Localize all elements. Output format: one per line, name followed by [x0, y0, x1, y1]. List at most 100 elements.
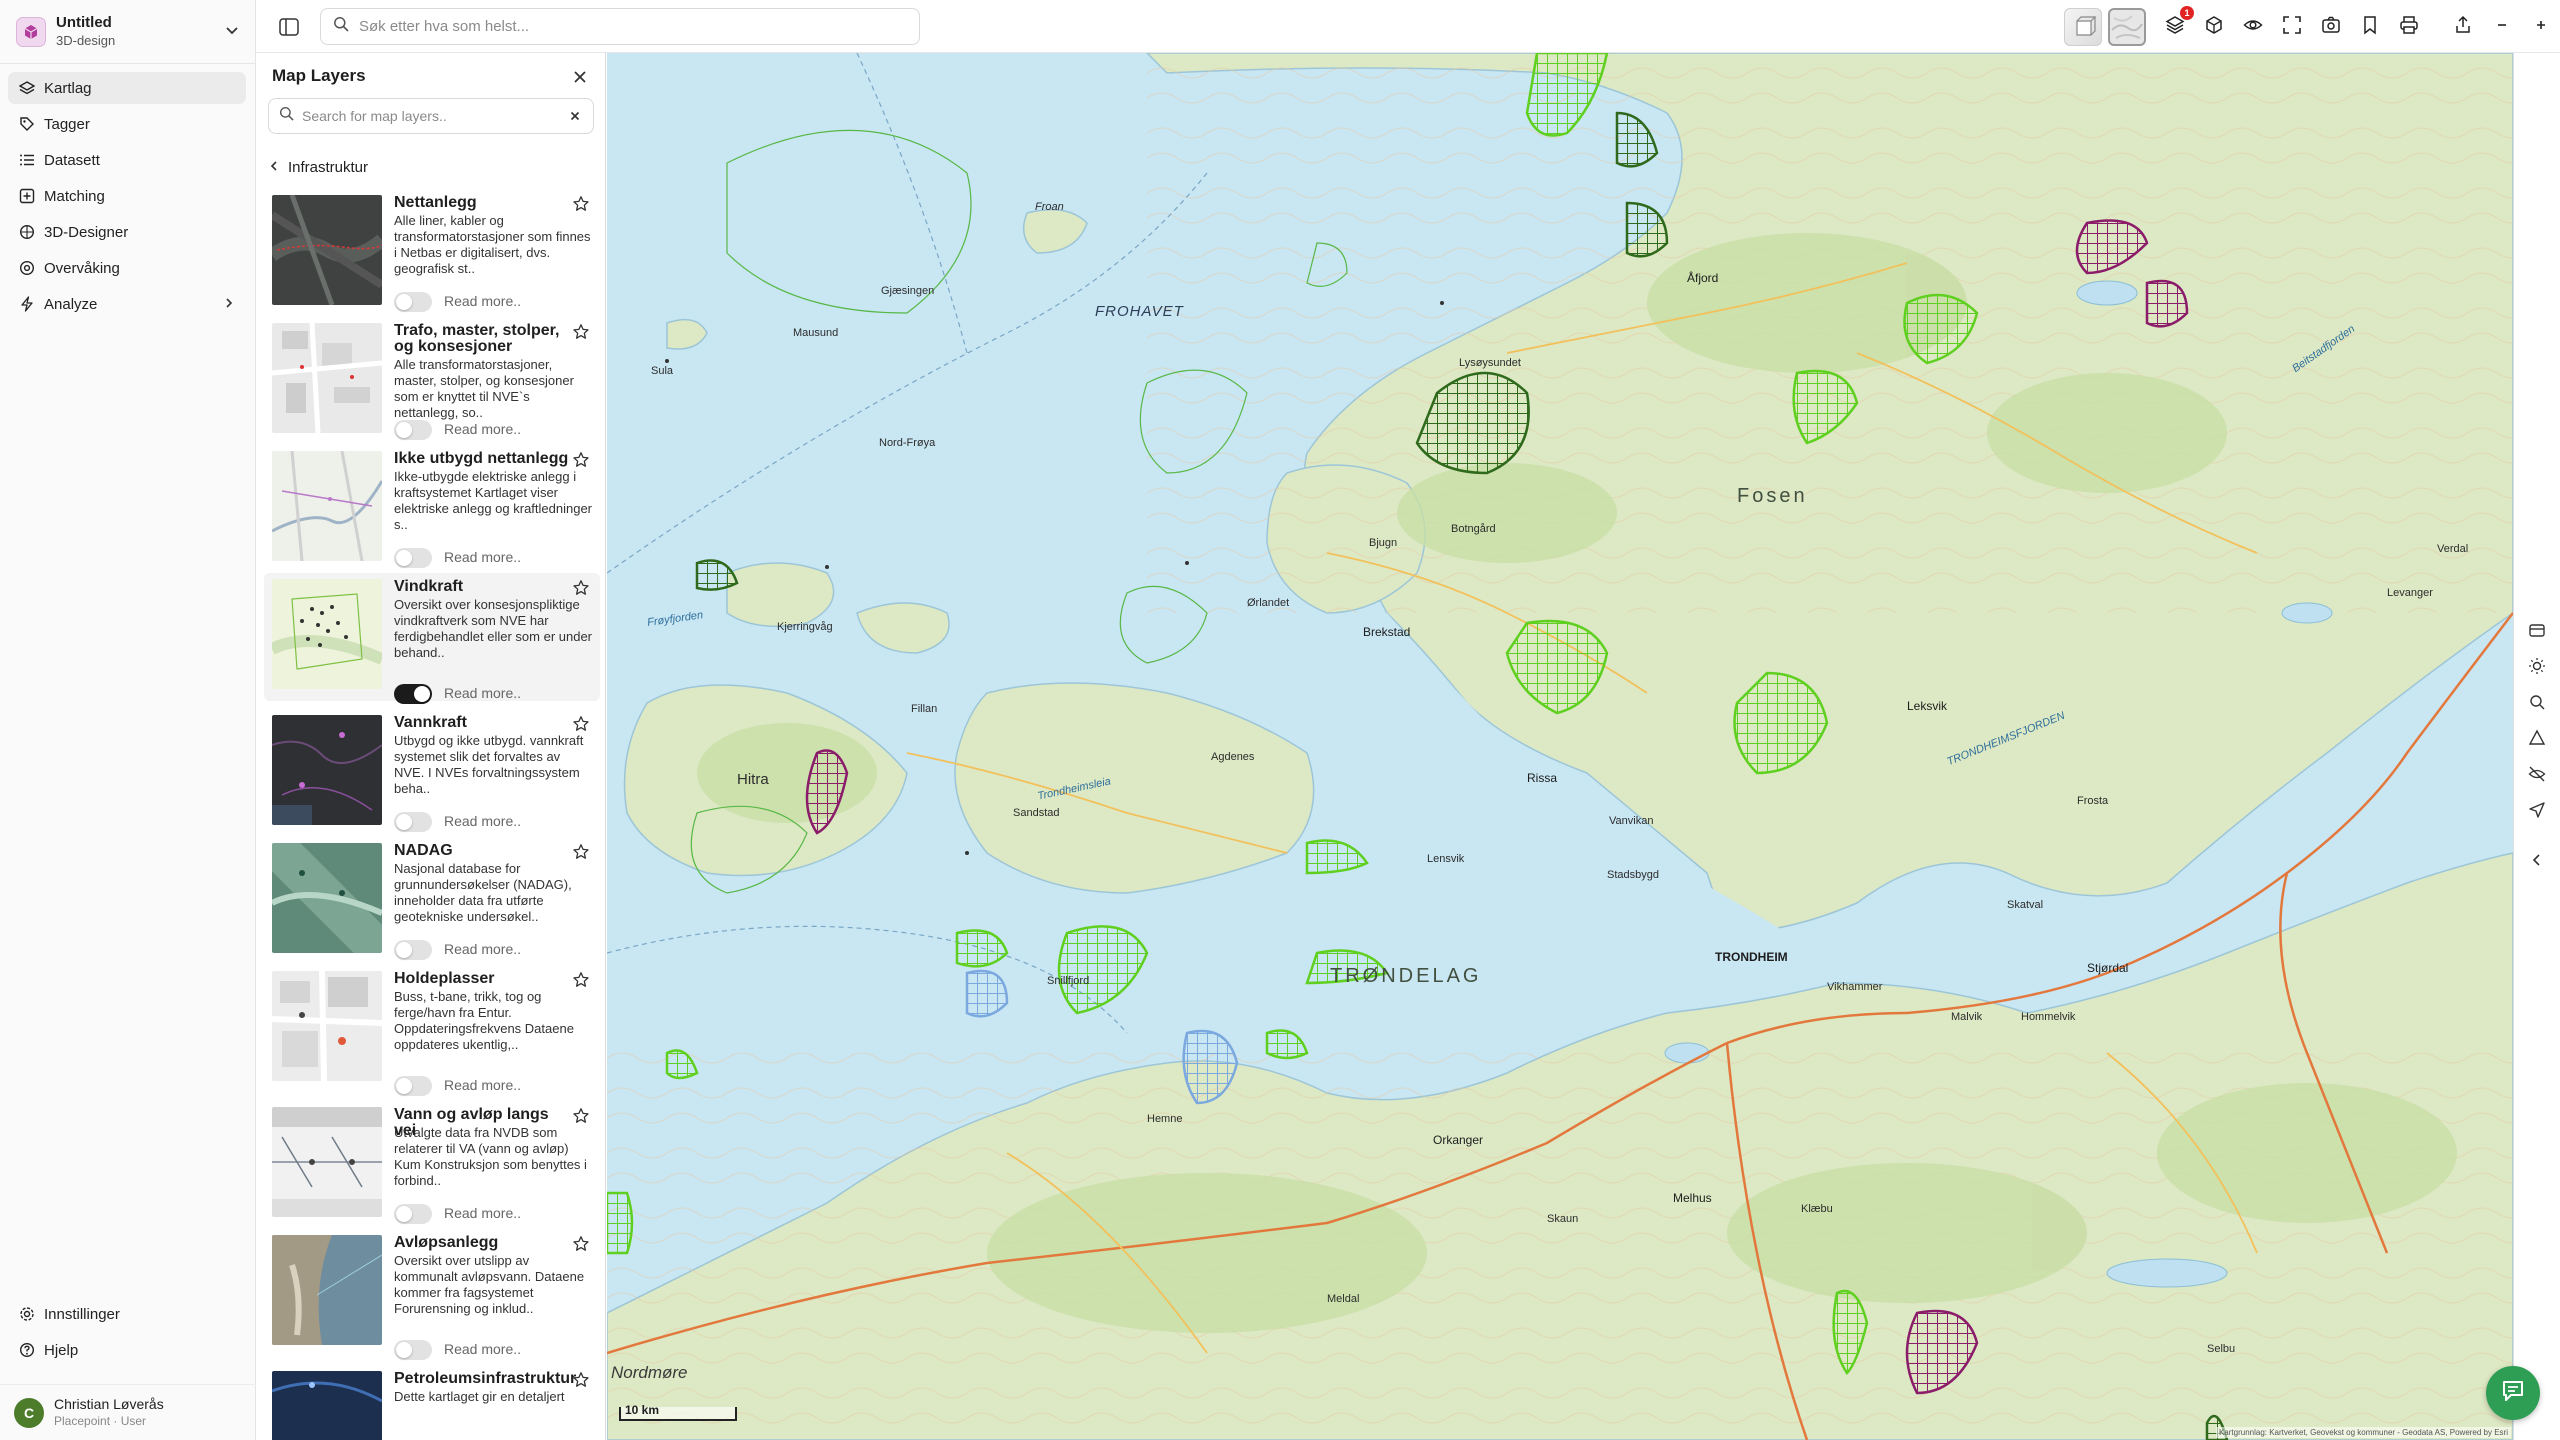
star-icon[interactable] — [572, 579, 590, 597]
global-search[interactable] — [320, 8, 920, 45]
search-input[interactable] — [359, 18, 899, 35]
chevron-left-icon — [2530, 853, 2544, 872]
star-icon[interactable] — [572, 971, 590, 989]
sun-icon — [2528, 657, 2546, 680]
nav-item-analyze[interactable]: Analyze — [8, 288, 246, 320]
star-icon[interactable] — [572, 715, 590, 733]
read-more-link[interactable]: Read more.. — [444, 685, 521, 701]
read-more-link[interactable]: Read more.. — [444, 813, 521, 829]
layer-toggle[interactable] — [394, 420, 432, 440]
map-label-vikhammer: Vikhammer — [1827, 981, 1883, 993]
avatar: C — [14, 1397, 44, 1428]
layer-toggle[interactable] — [394, 684, 432, 704]
layer-card-trafo[interactable]: Trafo, master, stolper, og konsesjoner A… — [264, 317, 600, 445]
layer-toggle[interactable] — [394, 1076, 432, 1096]
hide-button[interactable] — [2526, 765, 2548, 787]
layer-thumbnail — [272, 843, 382, 953]
fullscreen-icon — [2282, 15, 2302, 40]
map-label-skatval: Skatval — [2007, 899, 2044, 911]
nav-item-innstillinger[interactable]: Innstillinger — [8, 1298, 246, 1330]
navigate-button[interactable] — [2526, 801, 2548, 823]
map-label-rissa: Rissa — [1527, 771, 1558, 785]
nav-item-kartlag[interactable]: Kartlag — [8, 72, 246, 104]
database-icon — [2528, 621, 2546, 644]
nav-item-tagger[interactable]: Tagger — [8, 108, 246, 140]
share-button[interactable] — [2448, 12, 2478, 42]
layer-card-vindkraft[interactable]: Vindkraft Oversikt over konsesjonsplikti… — [264, 573, 600, 704]
basemap-map-button[interactable] — [2108, 8, 2146, 46]
search-icon — [333, 16, 349, 37]
map-label-selbu: Selbu — [2207, 1343, 2236, 1355]
nav-item-overvaking[interactable]: Overvåking — [8, 252, 246, 284]
chevron-down-icon[interactable] — [224, 22, 240, 43]
map-label-orkanger: Orkanger — [1433, 1133, 1484, 1147]
layer-card-vannkraft[interactable]: Vannkraft Utbygd og ikke utbygd. vannkra… — [264, 709, 600, 837]
sun-button[interactable] — [2526, 657, 2548, 679]
star-icon[interactable] — [572, 451, 590, 469]
collapse-rail-button[interactable] — [2526, 851, 2548, 873]
star-icon[interactable] — [572, 1371, 590, 1389]
breadcrumb[interactable]: Infrastruktur — [268, 159, 368, 176]
visibility-button[interactable] — [2238, 12, 2268, 42]
layer-card-nadag[interactable]: NADAG Nasjonal database for grunnundersø… — [264, 837, 600, 965]
layer-toggle[interactable] — [394, 1204, 432, 1224]
layer-title: Nettanlegg — [394, 194, 477, 211]
star-icon[interactable] — [572, 843, 590, 861]
read-more-link[interactable]: Read more.. — [444, 293, 521, 309]
nav-item-hjelp[interactable]: Hjelp — [8, 1334, 246, 1366]
nav-label: Datasett — [44, 151, 100, 169]
clear-icon[interactable] — [567, 108, 583, 124]
chat-button[interactable] — [2486, 1366, 2540, 1420]
zoom-out-button[interactable] — [2487, 12, 2517, 42]
layer-toggle[interactable] — [394, 940, 432, 960]
nav-item-matching[interactable]: Matching — [8, 180, 246, 212]
layer-card-ikke-utbygd[interactable]: Ikke utbygd nettanlegg Ikke-utbygde elek… — [264, 445, 600, 573]
layer-card-holdeplasser[interactable]: Holdeplasser Buss, t-bane, trikk, tog og… — [264, 965, 600, 1096]
layer-title: Holdeplasser — [394, 970, 495, 987]
measure-button[interactable] — [2526, 729, 2548, 751]
layer-search[interactable] — [268, 98, 594, 134]
basemap-3d-button[interactable] — [2064, 8, 2102, 46]
read-more-link[interactable]: Read more.. — [444, 1341, 521, 1357]
read-more-link[interactable]: Read more.. — [444, 421, 521, 437]
star-icon[interactable] — [572, 1235, 590, 1253]
map-canvas[interactable]: FROHAVET Fosen TRØNDELAG TRONDHEIM TROND… — [607, 53, 2513, 1440]
layer-toggle[interactable] — [394, 812, 432, 832]
layer-thumbnail — [272, 1107, 382, 1217]
star-icon[interactable] — [572, 323, 590, 341]
read-more-link[interactable]: Read more.. — [444, 1205, 521, 1221]
close-icon[interactable] — [569, 66, 591, 88]
sidebar-toggle-icon[interactable] — [276, 14, 302, 40]
zoom-in-button[interactable] — [2526, 12, 2556, 42]
layers-button[interactable]: 1 — [2160, 6, 2194, 42]
nav-item-datasett[interactable]: Datasett — [8, 144, 246, 176]
layer-toggle[interactable] — [394, 548, 432, 568]
star-icon[interactable] — [572, 1107, 590, 1125]
map-label-melhus: Melhus — [1673, 1191, 1712, 1205]
layer-description: Alle liner, kabler og transformatorstasj… — [394, 213, 591, 276]
layer-search-input[interactable] — [302, 108, 562, 124]
star-icon[interactable] — [572, 195, 590, 213]
layer-card-petroleum[interactable]: Petroleumsinfrastruktur Dette kartlaget … — [264, 1365, 600, 1440]
fullscreen-button[interactable] — [2277, 12, 2307, 42]
project-switcher[interactable]: Untitled 3D-design — [0, 0, 256, 64]
print-button[interactable] — [2394, 12, 2424, 42]
layer-card-vann-og-avlop[interactable]: Vann og avløp langs vei Utvalgte data fr… — [264, 1101, 600, 1229]
map-tools-rail — [2513, 53, 2560, 1440]
layer-toggle[interactable] — [394, 292, 432, 312]
read-more-link[interactable]: Read more.. — [444, 941, 521, 957]
read-more-link[interactable]: Read more.. — [444, 1077, 521, 1093]
layer-toggle[interactable] — [394, 1340, 432, 1360]
breadcrumb-category: Infrastruktur — [288, 159, 369, 176]
read-more-link[interactable]: Read more.. — [444, 549, 521, 565]
layer-card-nettanlegg[interactable]: Nettanlegg Alle liner, kabler og transfo… — [264, 189, 600, 317]
layer-card-avlopsanlegg[interactable]: Avløpsanlegg Oversikt over utslipp av ko… — [264, 1229, 600, 1360]
screenshot-button[interactable] — [2316, 12, 2346, 42]
data-table-button[interactable] — [2526, 621, 2548, 643]
layer-title: Vannkraft — [394, 714, 467, 731]
bookmark-button[interactable] — [2355, 12, 2385, 42]
zoom-to-button[interactable] — [2526, 693, 2548, 715]
user-profile[interactable]: C Christian Løverås Placepoint · User — [0, 1384, 256, 1440]
nav-item-3d-designer[interactable]: 3D-Designer — [8, 216, 246, 248]
3d-view-button[interactable] — [2199, 12, 2229, 42]
